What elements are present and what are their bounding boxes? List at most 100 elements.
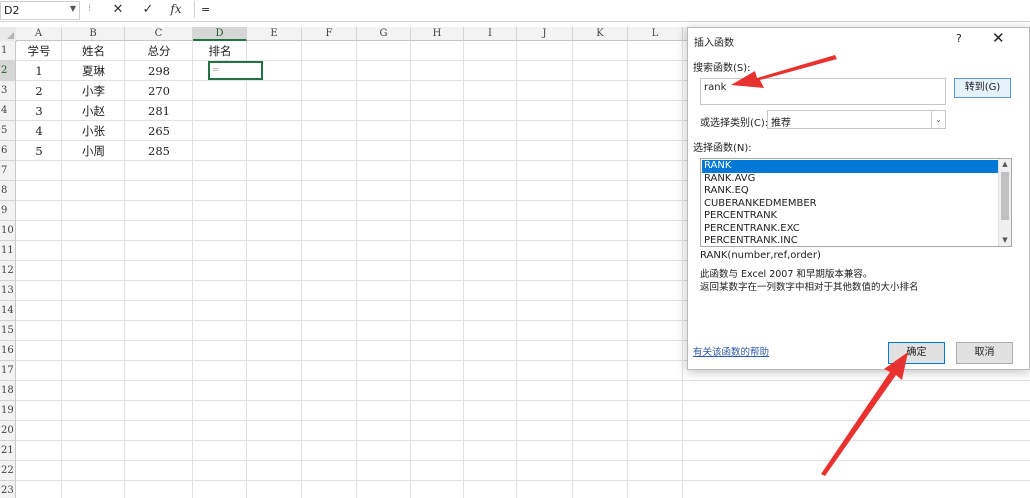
row-header-16[interactable]: 16 [0,341,16,361]
insert-function-button[interactable]: fx [165,1,187,18]
data-cell[interactable]: 265 [125,121,193,141]
header-cell[interactable]: 姓名 [62,41,125,61]
help-icon[interactable]: ? [956,32,962,45]
select-function-label: 选择函数(N): [693,143,752,154]
data-cell[interactable]: 小赵 [62,101,125,121]
row-header-8[interactable]: 8 [0,181,16,201]
data-cell[interactable]: 281 [125,101,193,121]
function-description-line1: 此函数与 Excel 2007 和早期版本兼容。 [700,269,873,280]
row-header-3[interactable]: 3 [0,81,16,101]
data-cell[interactable]: 小李 [62,81,125,101]
name-box-dropdown-icon[interactable]: ▼ [70,4,76,13]
category-value: 推荐 [771,118,791,129]
data-cell[interactable]: 1 [16,61,62,81]
column-header-h[interactable]: H [411,27,464,41]
name-box[interactable]: D2 ▼ [0,1,80,20]
row-header-4[interactable]: 4 [0,101,16,121]
grid-vline [246,41,247,498]
ok-button[interactable]: 确定 [888,342,945,364]
row-header-13[interactable]: 13 [0,281,16,301]
header-cell[interactable]: 总分 [125,41,193,61]
cancel-entry-button[interactable]: ✕ [107,1,129,18]
row-header-5[interactable]: 5 [0,121,16,141]
scroll-down-icon[interactable]: ▼ [999,235,1011,246]
function-list[interactable]: PERCENTRANK.INC PERCENTRANK.EXC PERCENTRAN… [700,158,1012,247]
grid-hline [16,380,1030,381]
row-header-12[interactable]: 12 [0,261,16,281]
grid-vline [682,41,683,498]
row-header-7[interactable]: 7 [0,161,16,181]
grid-hline [16,400,1030,401]
formula-input[interactable]: = [194,1,1030,18]
data-cell[interactable]: 285 [125,141,193,161]
search-function-input[interactable]: rank [700,78,946,105]
select-all-corner[interactable] [0,27,17,42]
data-cell[interactable]: 270 [125,81,193,101]
column-header-k[interactable]: K [573,27,628,41]
data-cell[interactable]: 4 [16,121,62,141]
grid-hline [16,440,1030,441]
data-cell[interactable]: 小周 [62,141,125,161]
dialog-title: 插入函数 [694,38,734,49]
header-cell[interactable]: 排名 [193,41,247,61]
cancel-button[interactable]: 取消 [956,342,1013,364]
function-list-scrollbar[interactable]: ▲ ▼ [998,159,1011,246]
name-box-value: D2 [4,4,20,17]
row-header-2[interactable]: 2 [0,61,16,81]
data-cell[interactable]: 2 [16,81,62,101]
column-header-l[interactable]: L [628,27,683,41]
active-cell[interactable]: = [208,61,263,80]
column-header-e[interactable]: E [247,27,302,41]
function-list-item[interactable]: RANK.EQ [702,185,999,198]
data-cell[interactable]: 5 [16,141,62,161]
enter-entry-button[interactable]: ✓ [137,1,159,18]
column-header-d[interactable]: D [193,27,247,41]
grid-vline [410,41,411,498]
row-header-21[interactable]: 21 [0,441,16,461]
row-header-10[interactable]: 10 [0,221,16,241]
function-list-item[interactable]: PERCENTRANK.EXC [702,223,999,236]
row-header-14[interactable]: 14 [0,301,16,321]
function-list-item[interactable]: PERCENTRANK.INC [702,235,999,246]
row-header-23[interactable]: 23 [0,481,16,498]
column-header-f[interactable]: F [302,27,357,41]
data-cell[interactable]: 298 [125,61,193,81]
function-list-item[interactable]: RANK [702,160,999,173]
function-list-item[interactable]: RANK.AVG [702,173,999,186]
header-cell[interactable]: 学号 [16,41,62,61]
row-header-9[interactable]: 9 [0,201,16,221]
data-cell[interactable]: 小张 [62,121,125,141]
row-header-1[interactable]: 1 [0,41,16,61]
grid-vline [516,41,517,498]
go-button[interactable]: 转到(G) [954,78,1011,98]
row-header-20[interactable]: 20 [0,421,16,441]
chevron-down-icon[interactable]: ⌄ [931,111,945,128]
row-header-6[interactable]: 6 [0,141,16,161]
column-header-g[interactable]: G [357,27,411,41]
search-function-value: rank [704,82,727,93]
grid-vline [301,41,302,498]
row-header-11[interactable]: 11 [0,241,16,261]
row-header-15[interactable]: 15 [0,321,16,341]
row-header-17[interactable]: 17 [0,361,16,381]
row-header-19[interactable]: 19 [0,401,16,421]
data-cell[interactable]: 3 [16,101,62,121]
active-cell-value: = [212,65,220,75]
column-header-b[interactable]: B [62,27,125,41]
row-header-22[interactable]: 22 [0,461,16,481]
column-header-j[interactable]: J [517,27,573,41]
scroll-up-icon[interactable]: ▲ [999,159,1011,170]
column-header-c[interactable]: C [125,27,193,41]
row-header-18[interactable]: 18 [0,381,16,401]
function-list-item[interactable]: PERCENTRANK [702,210,999,223]
data-cell[interactable]: 夏琳 [62,61,125,81]
scroll-thumb[interactable] [1001,172,1009,220]
function-help-link[interactable]: 有关该函数的帮助 [693,344,769,358]
category-select[interactable]: 推荐 ⌄ [767,110,946,129]
function-list-item[interactable]: CUBERANKEDMEMBER [702,198,999,211]
function-syntax: RANK(number,ref,order) [700,250,821,261]
close-icon[interactable]: ✕ [992,29,1005,47]
column-header-a[interactable]: A [16,27,62,41]
grid-hline [16,480,1030,481]
column-header-i[interactable]: I [464,27,517,41]
